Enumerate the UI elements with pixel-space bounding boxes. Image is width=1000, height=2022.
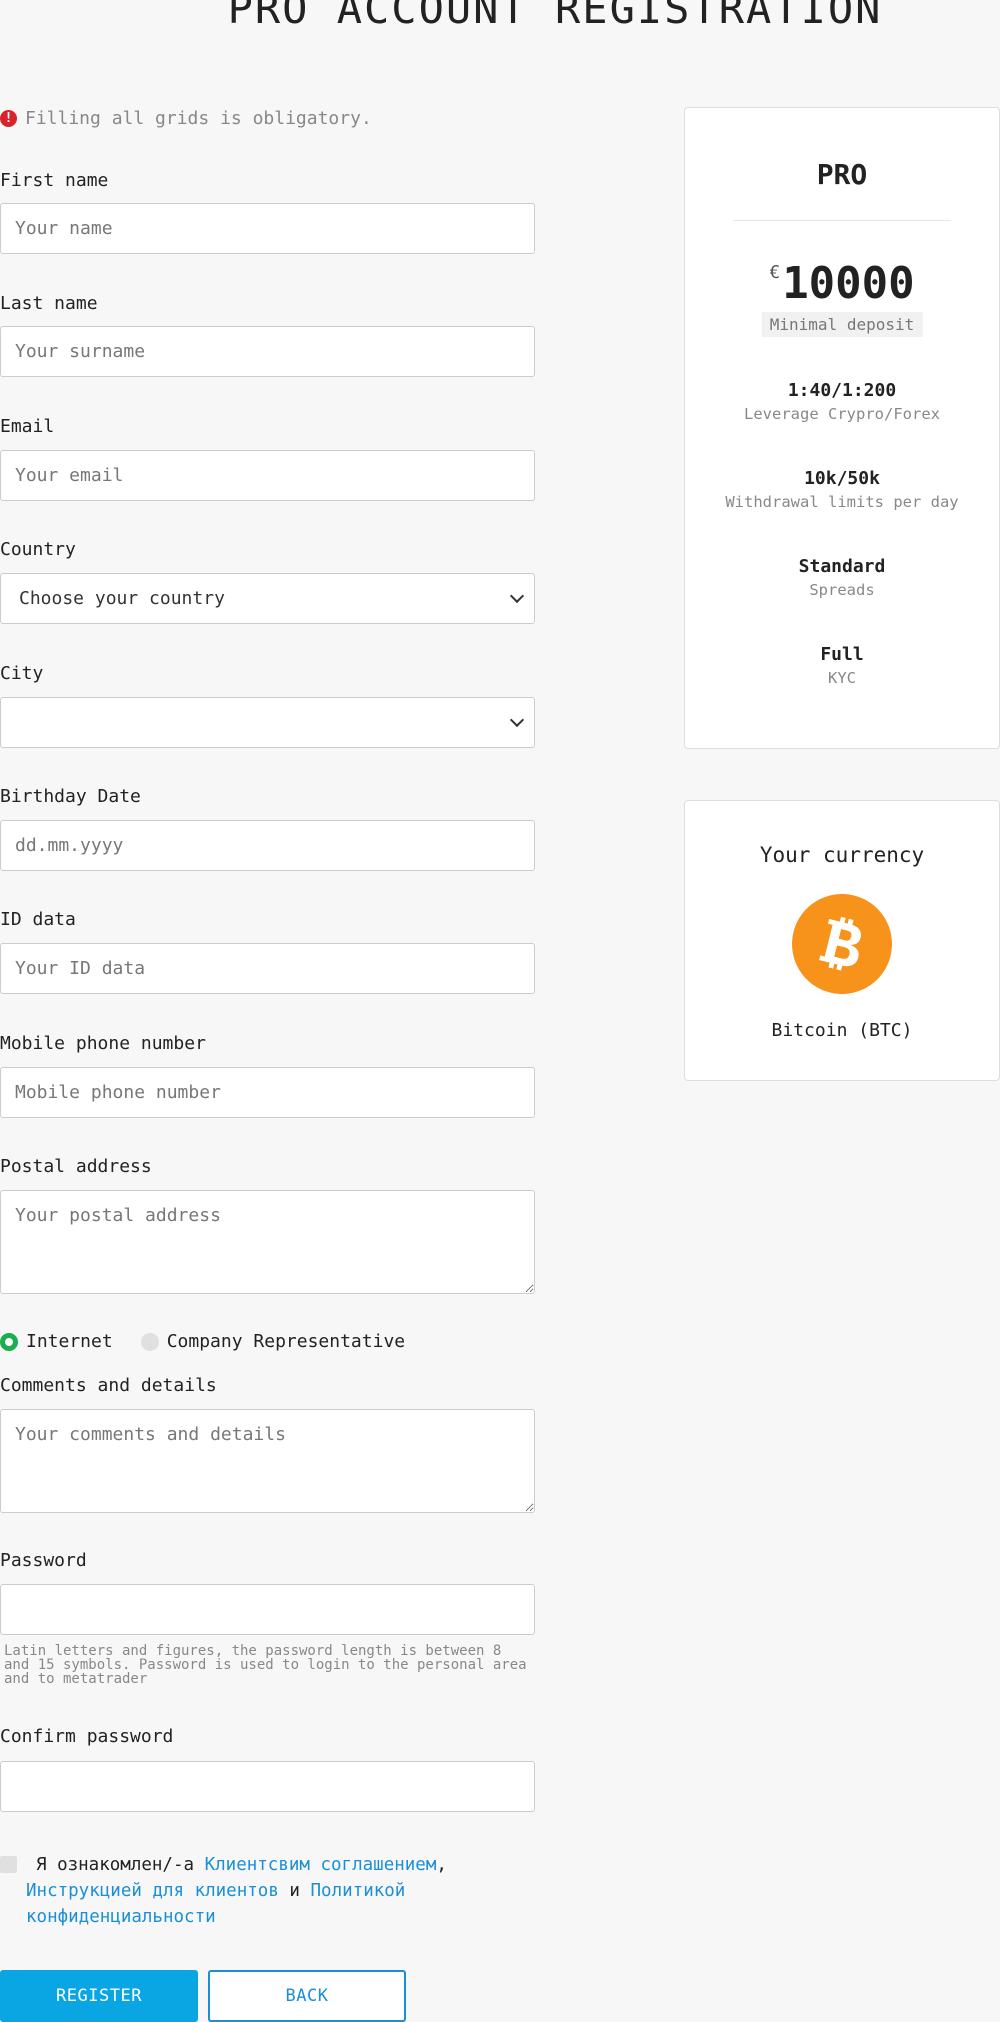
spec-spreads: Standard Spreads [685,556,999,599]
agreement-comma: , [436,1855,447,1875]
plan-name: PRO [816,158,868,191]
source-radio-group: Internet Company Representative [0,1331,433,1352]
password-hint: Latin letters and figures, the password … [4,1643,527,1687]
postal-address-label: Postal address [0,1156,152,1177]
spec-withdrawal: 10k/50k Withdrawal limits per day [685,468,999,511]
spec-kyc: Full KYC [685,644,999,687]
first-name-label: First name [0,170,109,191]
id-data-label: ID data [0,909,76,930]
radio-company-representative-label: Company Representative [166,1331,406,1352]
spec-label: Withdrawal limits per day [725,493,959,511]
plan-price: € 10000 [685,258,999,309]
currency-card: Your currency ₿ Bitcoin (BTC) [684,800,1000,1081]
price-amount: 10000 [782,258,915,309]
currency-symbol: € [769,262,781,283]
spec-value: 10k/50k [804,468,880,489]
alert-icon: ! [0,110,17,127]
confirm-password-label: Confirm password [0,1726,174,1747]
radio-unchecked-icon [140,1332,159,1351]
email-input[interactable] [0,450,535,501]
id-data-input[interactable] [0,943,535,994]
postal-address-textarea[interactable] [0,1190,535,1294]
phone-label: Mobile phone number [0,1033,206,1054]
radio-checked-icon [0,1332,18,1351]
spec-label: Leverage Crypro/Forex [744,405,940,423]
spec-leverage: 1:40/1:200 Leverage Crypro/Forex [685,380,999,423]
client-agreement-link[interactable]: Клиентсвим соглашением [205,1855,437,1875]
spec-value: 1:40/1:200 [787,380,897,401]
password-input[interactable] [0,1584,535,1635]
client-instructions-link[interactable]: Инструкцией для клиентов [26,1881,279,1901]
city-select[interactable] [0,697,535,748]
minimal-deposit-badge: Minimal deposit [761,312,923,337]
birthday-label: Birthday Date [0,786,141,807]
chevron-down-icon [509,588,525,604]
required-notice: ! Filling all grids is obligatory. [0,108,372,129]
spec-value: Full [820,644,864,665]
bitcoin-icon: ₿ [781,883,903,1005]
back-button[interactable]: BACK [208,1970,406,2022]
spec-value: Standard [798,556,886,577]
agreement-prefix: Я ознакомлен/-а [36,1855,195,1875]
last-name-input[interactable] [0,326,535,377]
privacy-policy-link-part2[interactable]: конфиденциальности [26,1907,216,1927]
spec-label: Spreads [809,581,875,599]
confirm-password-input[interactable] [0,1761,535,1812]
country-select-value: Choose your country [19,588,225,609]
agreement-checkbox[interactable] [0,1856,17,1873]
email-label: Email [0,416,55,437]
page-title: PRO ACCOUNT REGISTRATION [227,0,883,33]
currency-name: Bitcoin (BTC) [771,1020,913,1041]
chevron-down-icon [509,712,525,728]
phone-input[interactable] [0,1067,535,1118]
country-label: Country [0,539,76,560]
required-notice-text: Filling all grids is obligatory. [25,108,372,129]
password-label: Password [0,1550,87,1571]
currency-title: Your currency [759,843,925,867]
last-name-label: Last name [0,293,98,314]
radio-company-representative[interactable]: Company Representative [140,1331,406,1352]
plan-divider [733,220,951,221]
city-label: City [0,663,44,684]
first-name-input[interactable] [0,203,535,254]
agreement-and: и [289,1881,300,1901]
comments-textarea[interactable] [0,1409,535,1513]
comments-label: Comments and details [0,1375,217,1396]
birthday-input[interactable] [0,820,535,871]
radio-internet[interactable]: Internet [0,1331,113,1352]
spec-label: KYC [828,669,856,687]
agreement-block: Я ознакомлен/-а Клиентсвим соглашением, … [0,1852,480,1930]
register-button[interactable]: REGISTER [0,1970,198,2022]
radio-internet-label: Internet [26,1331,113,1352]
plan-card: PRO € 10000 Minimal deposit 1:40/1:200 L… [684,107,1000,749]
privacy-policy-link-part1[interactable]: Политикой [311,1881,406,1901]
country-select[interactable]: Choose your country [0,573,535,624]
